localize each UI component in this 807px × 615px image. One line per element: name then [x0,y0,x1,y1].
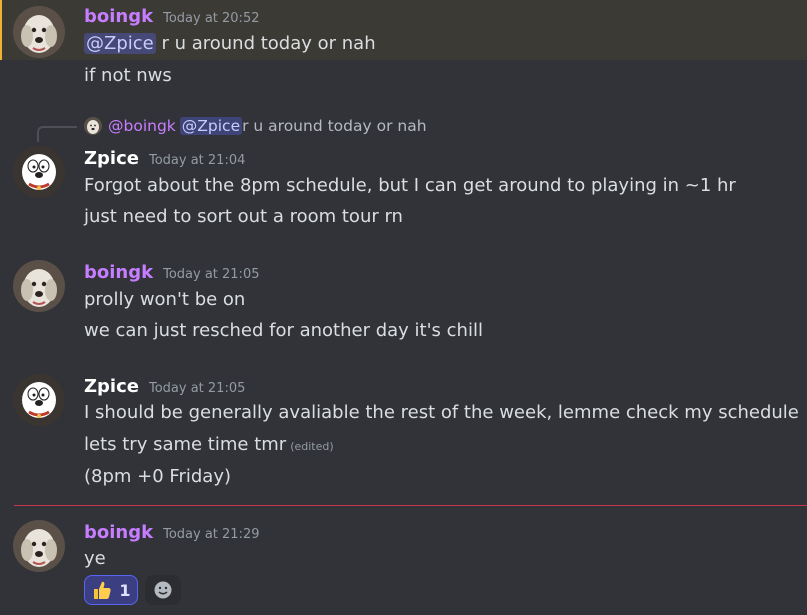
message-text: (8pm +0 Friday) [84,466,231,487]
reply-connector [37,126,77,142]
edited-label: (edited) [290,440,334,453]
username[interactable]: boingk [84,522,153,543]
message-text: just need to sort out a room tour rn [84,206,403,227]
message-header: boingk Today at 20:52 [84,6,259,27]
reply-preview[interactable]: @boingk @Zpice r u around today or nah [84,117,427,135]
cartoon-dog-avatar-icon [13,374,65,426]
timestamp[interactable]: Today at 21:29 [163,527,259,542]
message-text: we can just resched for another day it's… [84,320,483,341]
message-text: prolly won't be on [84,289,246,310]
username[interactable]: boingk [84,6,153,27]
message-header: boingk Today at 21:29 [84,522,259,543]
message-text: if not nws [84,65,172,86]
avatar[interactable] [13,520,65,572]
add-reaction-button[interactable] [145,575,181,605]
thumbs-up-icon [94,581,112,599]
message-header: Zpice Today at 21:04 [84,148,245,169]
user-mention[interactable]: @Zpice [84,33,156,54]
dog-avatar-icon [84,117,102,135]
reply-text: r u around today or nah [242,117,427,135]
message-text: @Zpice r u around today or nah [84,33,376,54]
cartoon-dog-avatar-icon [13,146,65,198]
message-text: lets try same time tmr (edited) [84,434,334,455]
user-mention[interactable]: @Zpice [179,117,243,135]
message-text: Forgot about the 8pm schedule, but I can… [84,175,736,196]
message-header: Zpice Today at 21:05 [84,376,245,397]
username[interactable]: Zpice [84,376,139,397]
message-text: ye [84,548,106,569]
timestamp[interactable]: Today at 21:05 [149,381,245,396]
timestamp[interactable]: Today at 21:04 [149,153,245,168]
avatar[interactable] [13,374,65,426]
reaction-thumbs-up[interactable]: 1 [84,575,138,605]
avatar[interactable] [13,146,65,198]
reply-username[interactable]: @boingk [108,117,176,135]
dog-avatar-icon [13,520,65,572]
username[interactable]: boingk [84,262,153,283]
timestamp[interactable]: Today at 21:05 [163,267,259,282]
message-text-span: r u around today or nah [155,33,376,54]
new-messages-divider [14,505,807,506]
message-header: boingk Today at 21:05 [84,262,259,283]
message-text: I should be generally avaliable the rest… [84,402,799,423]
reaction-count: 1 [119,580,131,600]
dog-avatar-icon [13,260,65,312]
username[interactable]: Zpice [84,148,139,169]
timestamp[interactable]: Today at 20:52 [163,11,259,26]
message-text-span: lets try same time tmr [84,434,287,455]
reply-avatar [84,117,102,135]
dog-avatar-icon [13,6,65,58]
avatar[interactable] [13,6,65,58]
chat-message-list: boingk Today at 20:52 @Zpice r u around … [0,0,807,615]
add-reaction-icon [154,581,172,599]
avatar[interactable] [13,260,65,312]
